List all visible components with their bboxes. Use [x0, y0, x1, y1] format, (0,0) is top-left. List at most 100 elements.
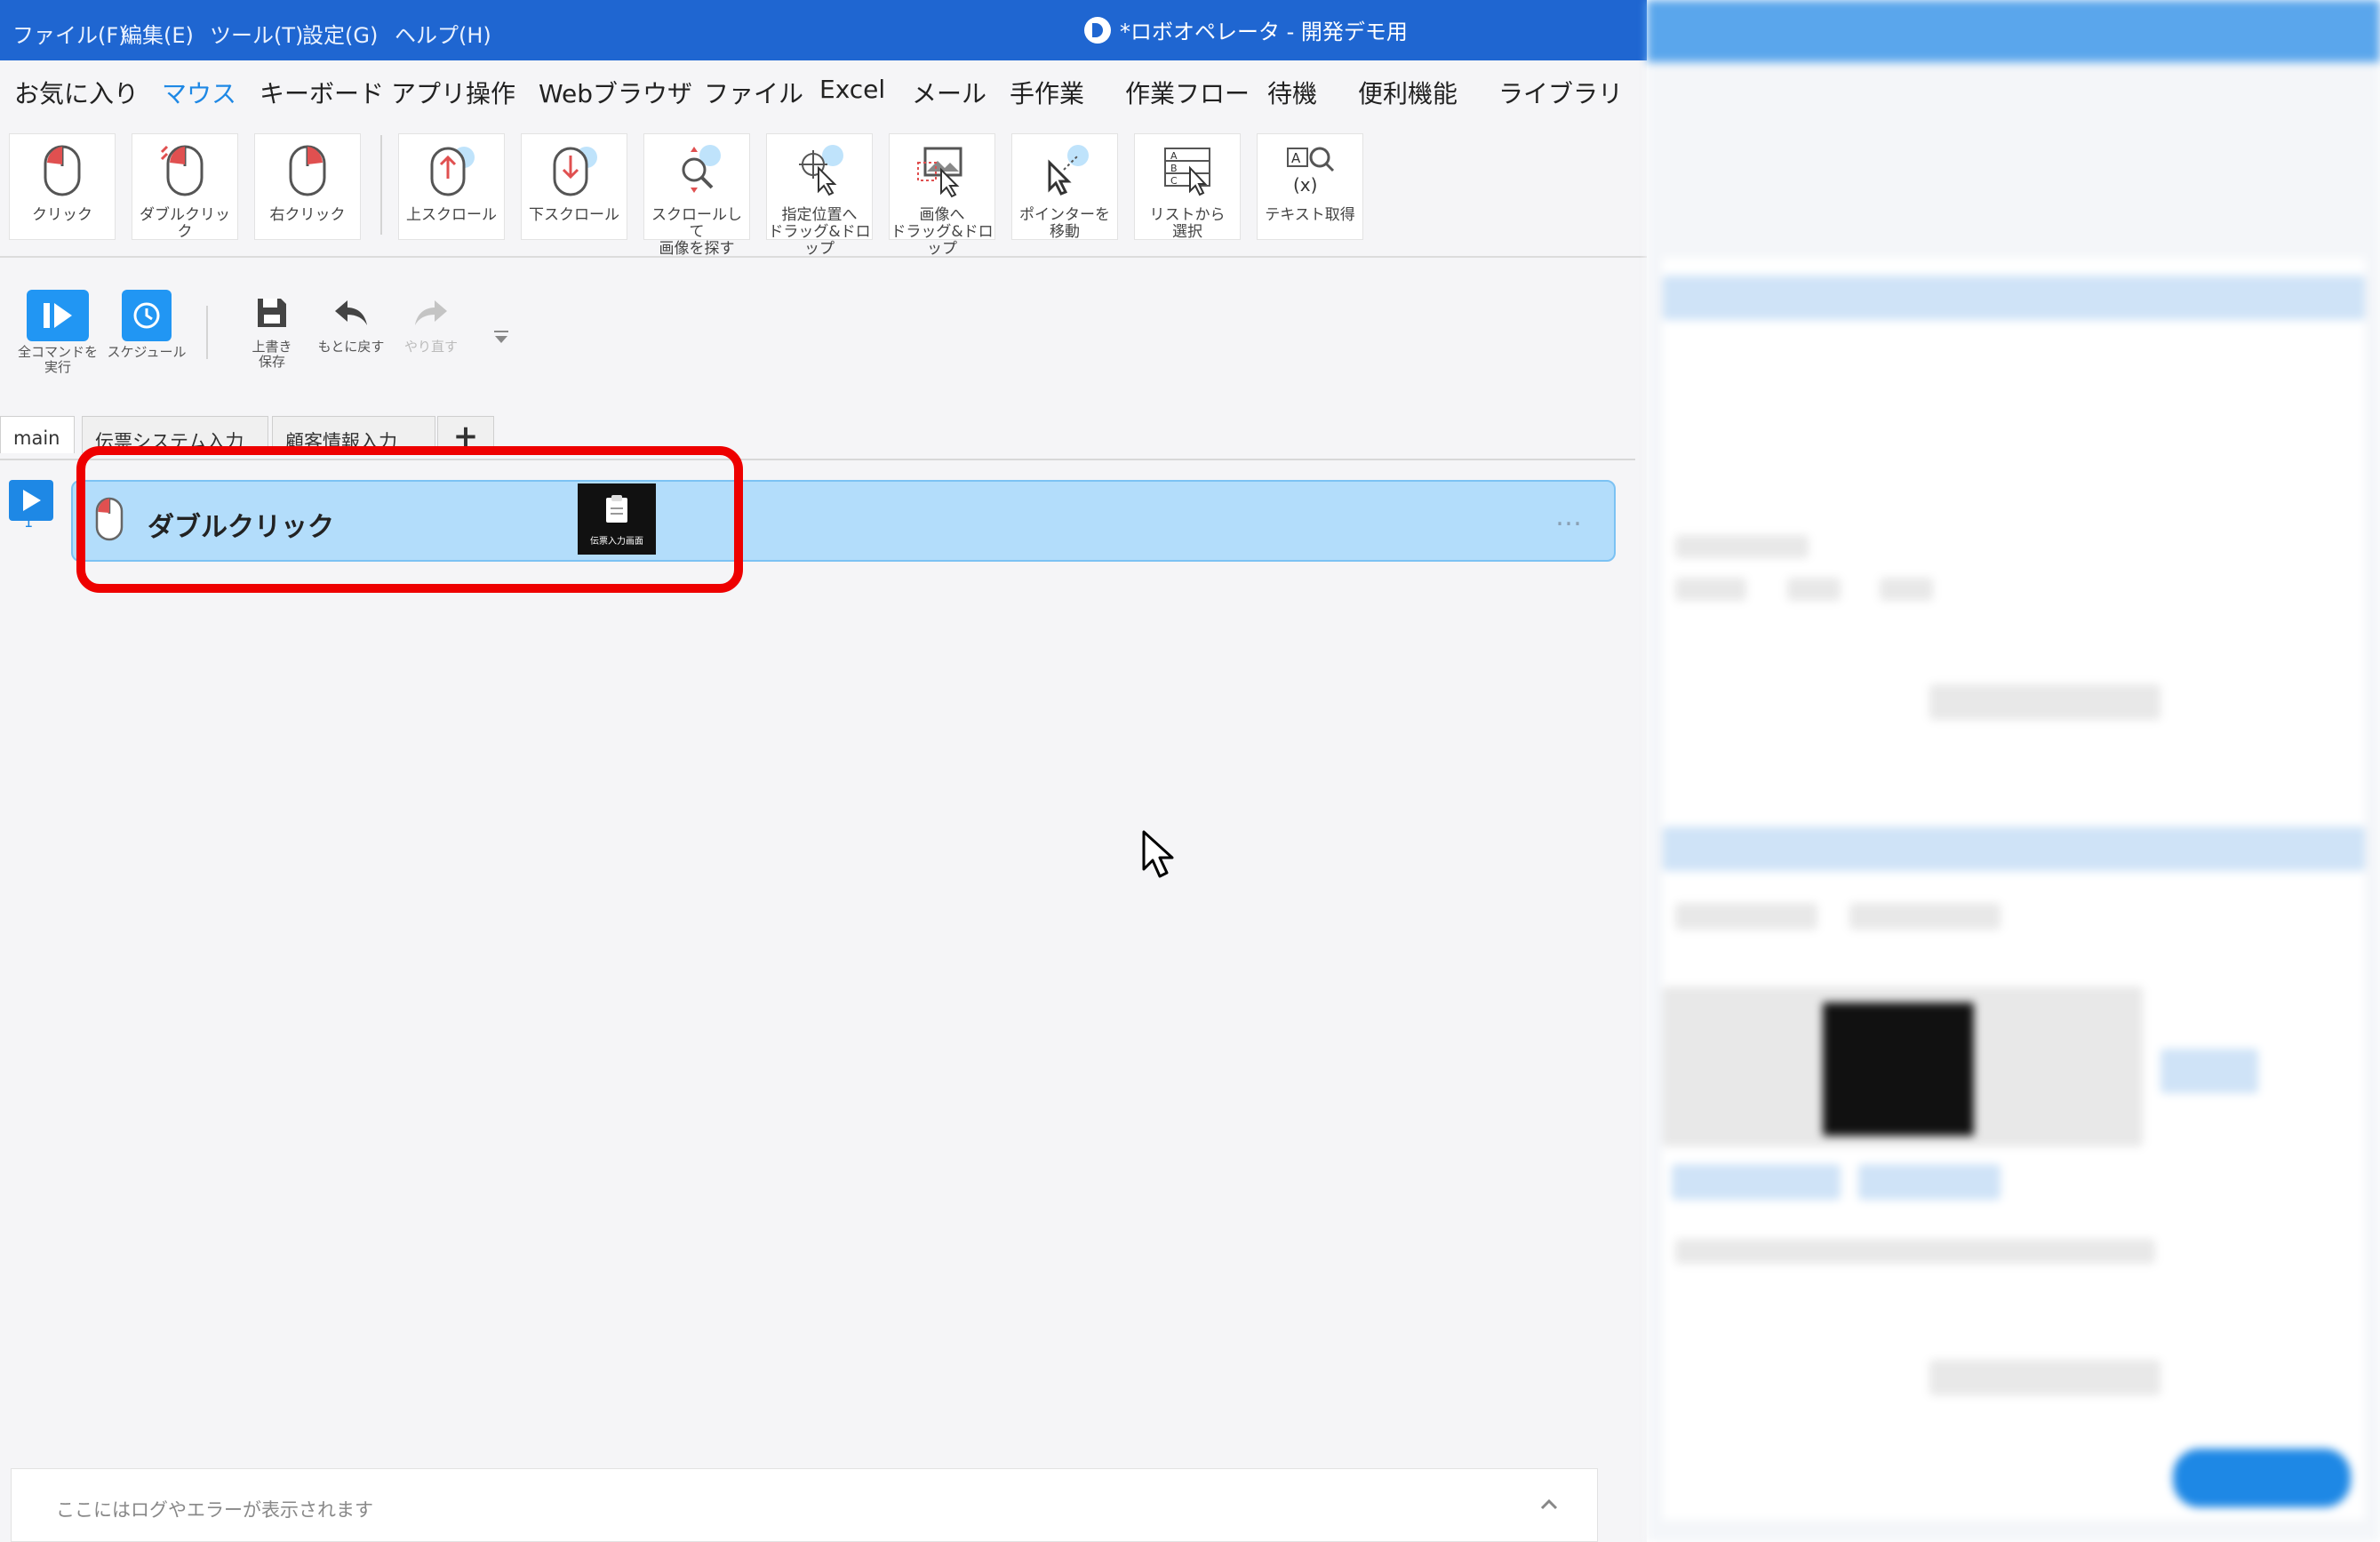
radio-1	[1675, 903, 1817, 930]
category-mail[interactable]: メール	[912, 75, 986, 110]
ribbon-drag-pos-button[interactable]: 指定位置へ ドラッグ&ドロップ	[766, 133, 873, 258]
save-button[interactable]: 上書き 保存	[236, 295, 307, 370]
properties-panel-blurred	[1647, 0, 2380, 1542]
image-button-1	[1672, 1164, 1841, 1200]
checkbox-option	[1675, 1239, 2155, 1264]
step-number: 1	[24, 514, 34, 531]
svg-text:C: C	[1170, 175, 1178, 187]
scroll-down-icon	[522, 141, 627, 200]
category-manual[interactable]: 手作業	[1010, 75, 1084, 110]
category-flow[interactable]: 作業フロー	[1125, 75, 1250, 110]
menu-tools[interactable]: ツール(T)	[210, 18, 303, 49]
section-header-1	[1663, 276, 2365, 320]
action-separator	[206, 306, 208, 359]
ribbon-scroll-down-label: 下スクロール	[529, 206, 619, 224]
ribbon-select-list-button[interactable]: ABC リストから 選択	[1134, 133, 1241, 241]
undo-icon	[311, 295, 391, 334]
category-app[interactable]: アプリ操作	[391, 75, 515, 110]
ribbon-move-pointer-button[interactable]: ポインターを 移動	[1011, 133, 1118, 241]
menu-file[interactable]: ファイル(F)	[12, 18, 127, 49]
category-mouse[interactable]: マウス	[162, 75, 236, 110]
image-preview	[1823, 1003, 1974, 1136]
ribbon-select-list-label: リストから 選択	[1149, 206, 1226, 241]
image-button-2	[1858, 1164, 2001, 1200]
ribbon-scroll-down-button[interactable]: 下スクロール	[521, 133, 627, 240]
run-all-button[interactable]: 全コマンドを 実行	[18, 290, 98, 375]
save-icon	[236, 295, 307, 334]
category-favorites[interactable]: お気に入り	[14, 75, 139, 110]
get-text-icon: A (x)	[1258, 141, 1362, 200]
category-excel[interactable]: Excel	[819, 75, 885, 104]
category-web[interactable]: Webブラウザ	[539, 75, 692, 110]
menu-edit[interactable]: 編集(E)	[121, 18, 194, 49]
category-library[interactable]: ライブラリ	[1498, 75, 1623, 110]
chevron-up-icon[interactable]	[1537, 1492, 1561, 1521]
svg-text:B: B	[1170, 163, 1178, 174]
ribbon-click-button[interactable]: クリック	[9, 133, 116, 240]
title-bar: ファイル(F) 編集(E) ツール(T) 設定(G) ヘルプ(H) *ロボオペレ…	[0, 0, 1647, 60]
drag-to-position-icon	[767, 141, 872, 200]
run-all-icon	[27, 290, 89, 341]
detail-button-2	[1929, 1360, 2160, 1395]
panel-header	[1647, 0, 2380, 62]
option-label	[1675, 535, 1809, 558]
detail-button-1	[1929, 684, 2160, 720]
mouse-cursor-icon	[1140, 828, 1176, 885]
ok-button	[2173, 1449, 2351, 1507]
category-util[interactable]: 便利機能	[1358, 75, 1458, 110]
log-placeholder: ここにはログやエラーが表示されます	[56, 1499, 373, 1521]
ribbon-click-label: クリック	[32, 206, 92, 224]
schedule-icon	[122, 290, 172, 341]
svg-text:(x): (x)	[1293, 174, 1317, 196]
redo-button[interactable]: やり直す	[391, 295, 471, 355]
tab-main[interactable]: main	[0, 416, 75, 453]
ribbon-right-click-button[interactable]: 右クリック	[254, 133, 361, 240]
option-3	[1880, 578, 1933, 601]
window-title-text: *ロボオペレータ - 開発デモ用	[1120, 20, 1408, 44]
mouse-click-icon	[10, 141, 115, 200]
category-file[interactable]: ファイル	[704, 75, 803, 110]
ribbon-drag-pos-label: 指定位置へ ドラッグ&ドロップ	[768, 206, 871, 258]
option-1	[1675, 578, 1746, 601]
ribbon-scroll-up-label: 上スクロール	[406, 206, 497, 224]
ribbon-scroll-up-button[interactable]: 上スクロール	[398, 133, 505, 240]
option-2	[1787, 578, 1841, 601]
main-window: ファイル(F) 編集(E) ツール(T) 設定(G) ヘルプ(H) *ロボオペレ…	[0, 0, 1647, 1542]
command-more-button[interactable]: …	[1555, 501, 1584, 532]
select-from-list-icon: ABC	[1135, 141, 1240, 200]
radio-2	[1849, 903, 2001, 930]
category-wait[interactable]: 待機	[1267, 75, 1317, 110]
redo-label: やり直す	[403, 339, 458, 355]
run-all-label: 全コマンドを 実行	[18, 344, 99, 375]
svg-text:A: A	[1291, 150, 1301, 166]
panel-body	[1663, 258, 2365, 1520]
ribbon-get-text-label: テキスト取得	[1265, 206, 1355, 224]
schedule-label: スケジュール	[107, 344, 187, 360]
undo-button[interactable]: もとに戻す	[311, 295, 391, 355]
ribbon-drag-image-button[interactable]: 画像へ ドラッグ&ドロップ	[889, 133, 995, 258]
window-title: *ロボオペレータ - 開発デモ用	[1084, 14, 1408, 45]
ribbon-scroll-find-button[interactable]: スクロールして 画像を探す	[643, 133, 750, 258]
ribbon-double-click-label: ダブルクリック	[140, 206, 230, 241]
ribbon-separator	[380, 135, 382, 235]
scroll-up-icon	[399, 141, 504, 200]
redo-icon	[391, 295, 471, 334]
mouse-double-click-icon	[132, 141, 237, 200]
ribbon-right-click-label: 右クリック	[269, 206, 346, 224]
ribbon-move-pointer-label: ポインターを 移動	[1019, 206, 1110, 241]
menu-settings[interactable]: 設定(G)	[302, 18, 378, 49]
svg-text:A: A	[1170, 150, 1178, 162]
schedule-button[interactable]: スケジュール	[107, 290, 187, 360]
category-keyboard[interactable]: キーボード	[260, 75, 384, 110]
ribbon-drag-image-label: 画像へ ドラッグ&ドロップ	[891, 206, 994, 258]
undo-label: もとに戻す	[317, 339, 385, 355]
ribbon-get-text-button[interactable]: A (x) テキスト取得	[1257, 133, 1363, 240]
move-pointer-icon	[1012, 141, 1117, 200]
image-edit-buttons	[2160, 1049, 2258, 1093]
save-label: 上書き 保存	[252, 339, 292, 370]
ribbon-double-click-button[interactable]: ダブルクリック	[132, 133, 238, 241]
mouse-right-click-icon	[255, 141, 360, 200]
category-bar: お気に入り マウス キーボード アプリ操作 Webブラウザ ファイル Excel…	[0, 60, 1647, 117]
menu-help[interactable]: ヘルプ(H)	[395, 18, 491, 49]
more-actions-chevron-icon[interactable]	[491, 327, 512, 352]
